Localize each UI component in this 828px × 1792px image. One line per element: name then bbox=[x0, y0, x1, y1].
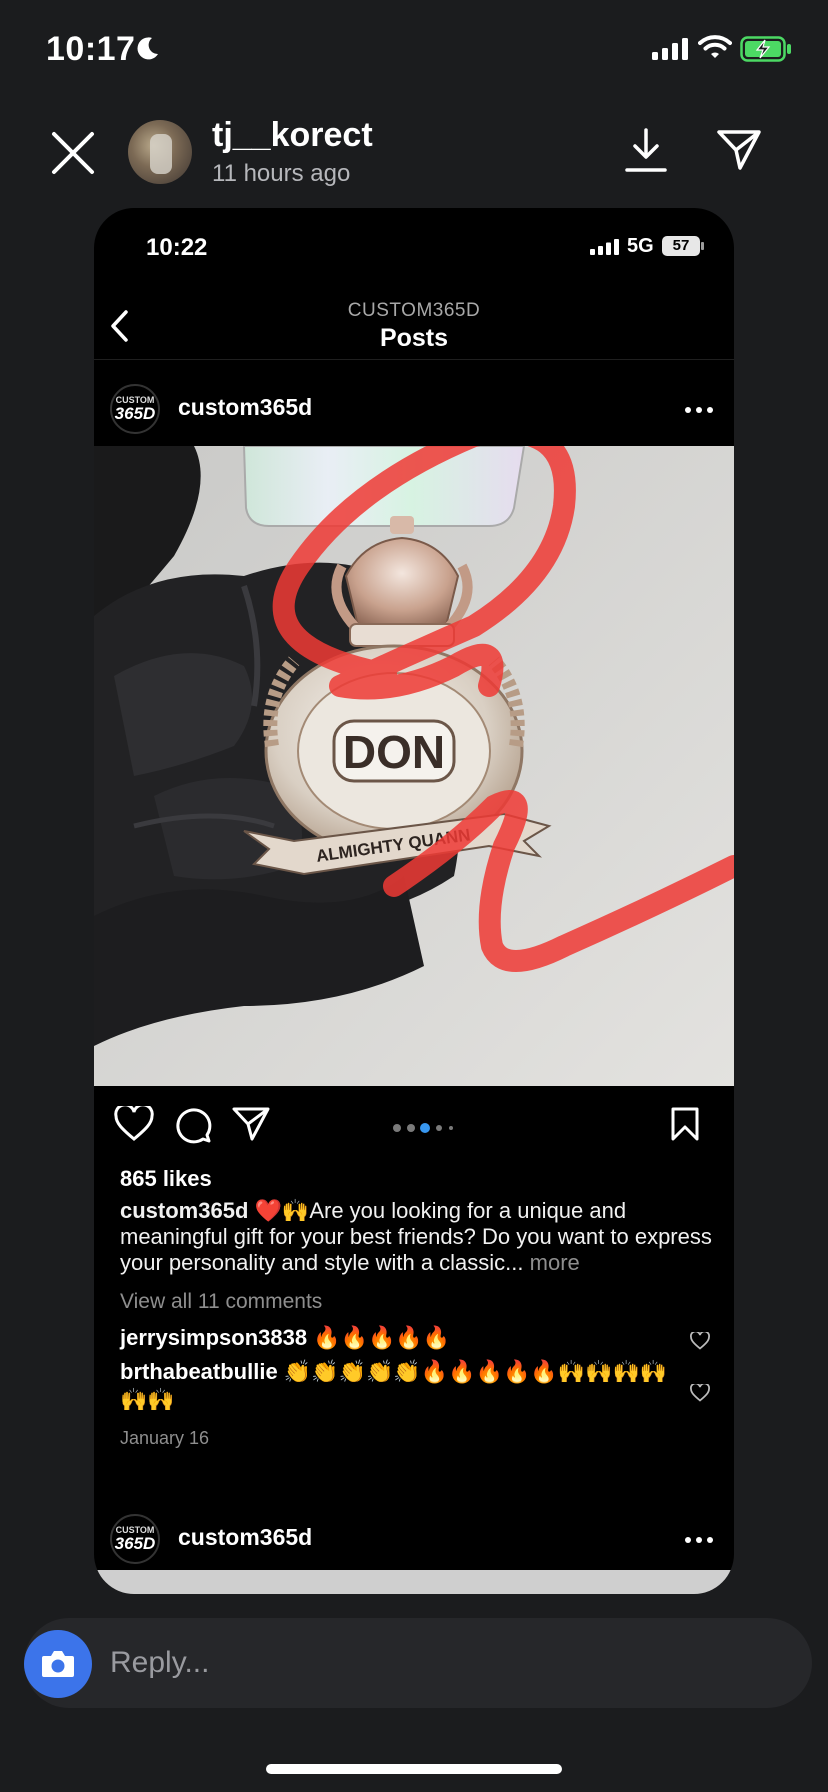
signal-icon bbox=[652, 38, 688, 60]
pendant-text: DON bbox=[343, 726, 445, 778]
story-header: tj__korect 11 hours ago bbox=[0, 110, 828, 190]
post-actions bbox=[94, 1098, 734, 1154]
nav-subtitle: CUSTOM365D bbox=[347, 300, 481, 321]
caption-more-link[interactable]: more bbox=[530, 1250, 580, 1275]
post-date: January 16 bbox=[120, 1428, 210, 1448]
post-username[interactable]: custom365d bbox=[178, 394, 312, 421]
post-caption: custom365d ❤️🙌Are you looking for a uniq… bbox=[120, 1198, 720, 1276]
avatar[interactable] bbox=[128, 120, 192, 184]
comment-row: jerrysimpson3838 🔥🔥🔥🔥🔥 bbox=[120, 1324, 680, 1352]
logo-text-bottom: 365D bbox=[114, 1534, 156, 1553]
screenshot-nav-bar: CUSTOM365D Posts bbox=[94, 290, 734, 360]
story-username[interactable]: tj__korect bbox=[212, 116, 373, 155]
post-header: CUSTOM 365D custom365d bbox=[94, 368, 734, 448]
post-photo[interactable]: DON ALMIGHTY QUANN bbox=[94, 446, 734, 1086]
battery-icon bbox=[740, 36, 791, 62]
comment-row: brthabeatbullie 👏👏👏👏👏🔥🔥🔥🔥🔥🙌🙌🙌🙌🙌🙌 bbox=[120, 1358, 680, 1414]
likes-count[interactable]: 865 likes bbox=[120, 1166, 212, 1192]
post-username[interactable]: custom365d bbox=[178, 1524, 312, 1551]
account-logo[interactable]: CUSTOM 365D bbox=[110, 1514, 160, 1564]
share-icon[interactable] bbox=[716, 128, 762, 172]
nav-title: Posts bbox=[379, 324, 449, 352]
battery-level: 57 bbox=[662, 236, 700, 256]
status-bar: 10:17 bbox=[0, 0, 828, 100]
network-label: 5G bbox=[627, 235, 654, 257]
pendant-photo: DON ALMIGHTY QUANN bbox=[94, 446, 734, 1086]
like-heart-icon[interactable] bbox=[114, 1106, 154, 1142]
screenshot-status-bar: 10:22 5G 57 bbox=[94, 208, 734, 268]
comment-username[interactable]: brthabeatbullie bbox=[120, 1359, 278, 1384]
shared-screenshot[interactable]: 10:22 5G 57 CUSTOM365D Posts CUSTOM 365D… bbox=[94, 208, 734, 1594]
caption-emojis: ❤️🙌 bbox=[254, 1198, 310, 1223]
battery-tip bbox=[701, 242, 704, 250]
more-options-icon[interactable] bbox=[684, 406, 714, 414]
comment-icon[interactable] bbox=[174, 1106, 212, 1144]
story-timestamp: 11 hours ago bbox=[212, 160, 351, 187]
comment-like-icon[interactable] bbox=[690, 1332, 710, 1350]
reply-input[interactable] bbox=[110, 1638, 790, 1688]
camera-icon bbox=[42, 1651, 74, 1677]
view-all-comments-link[interactable]: View all 11 comments bbox=[120, 1290, 322, 1314]
reply-bar bbox=[24, 1618, 812, 1708]
screenshot-time: 10:22 bbox=[146, 234, 208, 261]
comment-like-icon[interactable] bbox=[690, 1384, 710, 1402]
home-indicator[interactable] bbox=[266, 1764, 562, 1774]
comment-text: 🔥🔥🔥🔥🔥 bbox=[313, 1325, 451, 1350]
next-post-header: CUSTOM 365D custom365d bbox=[94, 1498, 734, 1578]
signal-icon bbox=[590, 239, 619, 255]
status-time: 10:17 bbox=[46, 30, 136, 68]
close-icon[interactable] bbox=[50, 130, 96, 176]
camera-button[interactable] bbox=[24, 1630, 92, 1698]
more-options-icon[interactable] bbox=[684, 1536, 714, 1544]
send-icon[interactable] bbox=[232, 1106, 270, 1142]
moon-icon bbox=[137, 37, 158, 60]
wifi-icon bbox=[698, 35, 732, 58]
download-icon[interactable] bbox=[624, 126, 668, 174]
comment-username[interactable]: jerrysimpson3838 bbox=[120, 1325, 307, 1350]
logo-text-bottom: 365D bbox=[114, 404, 156, 423]
carousel-dots bbox=[393, 1123, 453, 1133]
account-logo[interactable]: CUSTOM 365D bbox=[110, 384, 160, 434]
next-post-image-preview bbox=[94, 1570, 734, 1594]
bookmark-icon[interactable] bbox=[670, 1106, 700, 1142]
caption-username[interactable]: custom365d bbox=[120, 1198, 248, 1223]
